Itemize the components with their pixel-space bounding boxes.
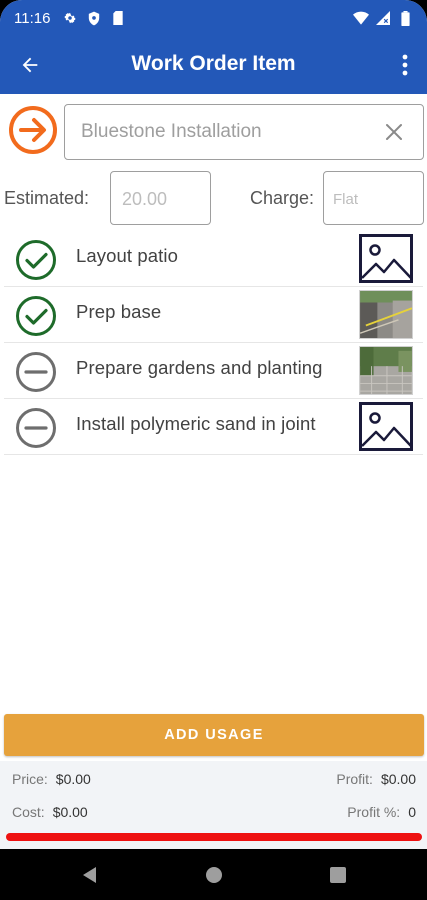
- sim-card-icon: [110, 10, 126, 26]
- status-time: 11:16: [14, 9, 51, 27]
- clear-button[interactable]: [383, 121, 405, 143]
- task-label: Prep base: [76, 301, 162, 322]
- image-placeholder-icon[interactable]: [359, 234, 413, 283]
- more-vert-icon: [402, 54, 408, 76]
- wifi-icon: [353, 10, 369, 26]
- close-icon: [386, 124, 402, 140]
- app-bar: Work Order Item: [0, 36, 427, 94]
- arrow-circle-right-icon[interactable]: [8, 105, 58, 155]
- battery-icon: [397, 10, 413, 26]
- check-circle-icon[interactable]: [15, 295, 57, 337]
- item-name-value: Bluestone Installation: [81, 121, 262, 142]
- task-label: Prepare gardens and planting: [76, 357, 323, 378]
- cost-summary: Cost: $0.00: [12, 804, 88, 820]
- back-triangle-icon[interactable]: [80, 865, 100, 885]
- task-label: Layout patio: [76, 245, 179, 266]
- signal-icon: [375, 10, 391, 26]
- profit-percent-label: Profit %:: [347, 804, 401, 820]
- screen: 11:16 Work Order Item Bluestone Installa…: [0, 0, 427, 900]
- task-label: Install polymeric sand in joint: [76, 413, 316, 434]
- page-title: Work Order Item: [131, 52, 296, 75]
- estimated-label: Estimated:: [4, 188, 90, 208]
- home-circle-icon[interactable]: [204, 865, 224, 885]
- cost-label: Cost:: [12, 804, 45, 820]
- profit-value: $0.00: [380, 771, 416, 787]
- overflow-menu-button[interactable]: [393, 50, 417, 80]
- minus-circle-icon[interactable]: [15, 351, 57, 393]
- task-photo-thumbnail[interactable]: [359, 290, 413, 339]
- task-row[interactable]: Prepare gardens and planting: [4, 343, 423, 399]
- profit-percent-summary: Profit %: 0: [347, 804, 416, 820]
- charge-label: Charge:: [250, 188, 315, 208]
- gear-icon: [62, 10, 78, 26]
- item-name-field[interactable]: Bluestone Installation: [64, 104, 424, 160]
- check-circle-icon[interactable]: [15, 239, 57, 281]
- task-list: Layout patio Prep base Prepare gardens a…: [4, 231, 423, 455]
- system-nav-bar: [0, 849, 427, 900]
- minus-circle-icon[interactable]: [15, 407, 57, 449]
- task-row[interactable]: Prep base: [4, 287, 423, 343]
- profit-summary: Profit: $0.00: [336, 771, 416, 787]
- add-usage-button[interactable]: ADD USAGE: [4, 714, 424, 756]
- profit-label: Profit:: [336, 771, 373, 787]
- shield-icon: [86, 10, 102, 26]
- recents-square-icon[interactable]: [328, 865, 348, 885]
- progress-bar: [6, 833, 422, 841]
- task-row[interactable]: Install polymeric sand in joint: [4, 399, 423, 455]
- task-row[interactable]: Layout patio: [4, 231, 423, 287]
- charge-field[interactable]: Flat: [323, 171, 424, 225]
- price-value: $0.00: [55, 771, 91, 787]
- task-photo-thumbnail[interactable]: [359, 346, 413, 395]
- profit-percent-value: 0: [408, 804, 416, 820]
- estimated-field[interactable]: 20.00: [110, 171, 211, 225]
- status-bar: 11:16: [0, 0, 427, 36]
- price-label: Price:: [12, 771, 48, 787]
- cost-value: $0.00: [52, 804, 88, 820]
- image-placeholder-icon[interactable]: [359, 402, 413, 451]
- price-summary: Price: $0.00: [12, 771, 91, 787]
